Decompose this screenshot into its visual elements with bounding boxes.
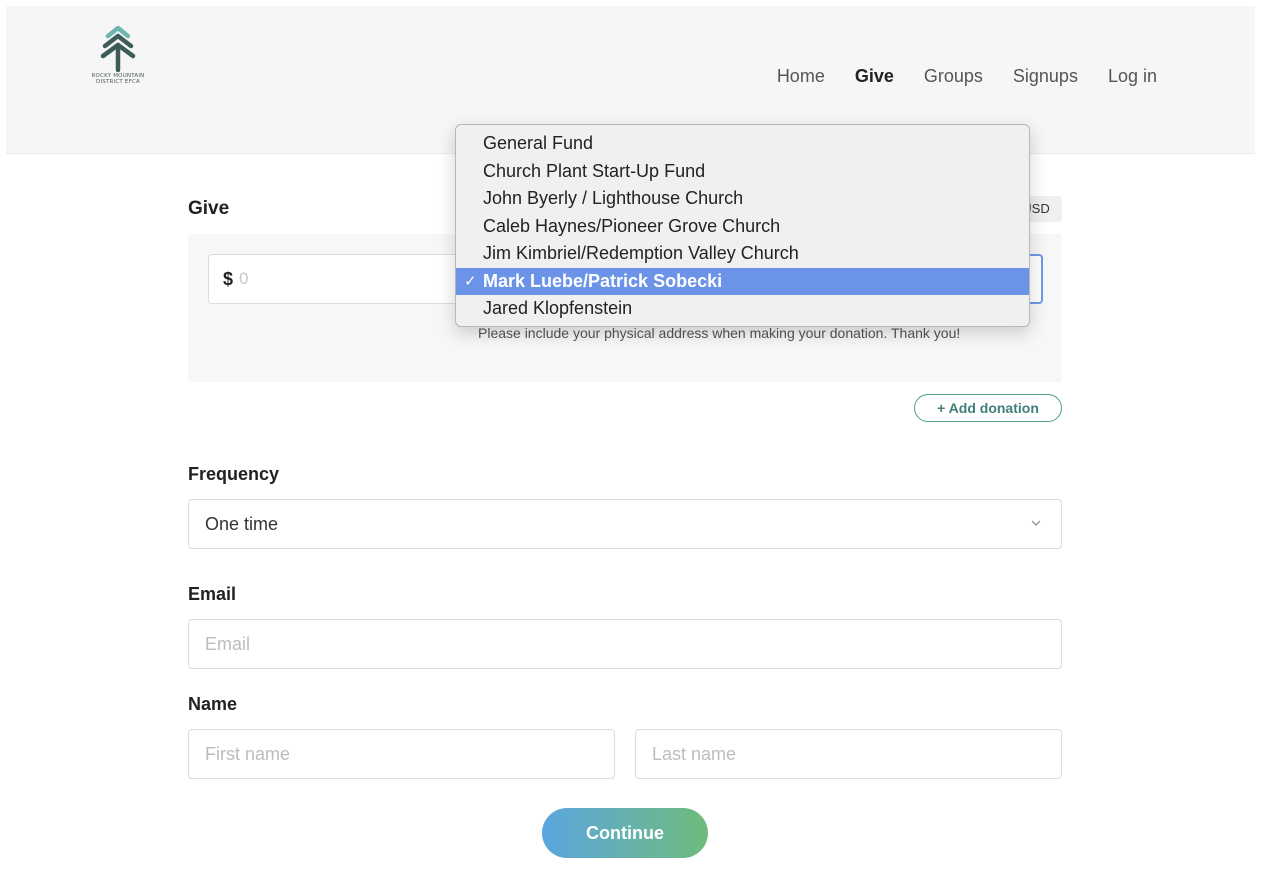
fund-option[interactable]: Jared Klopfenstein [456, 295, 1029, 323]
nav-give[interactable]: Give [855, 66, 894, 87]
email-placeholder: Email [205, 633, 251, 654]
last-name-placeholder: Last name [652, 743, 737, 764]
fund-dropdown-menu: General Fund Church Plant Start-Up Fund … [455, 124, 1030, 327]
currency-symbol: $ [223, 268, 234, 289]
continue-button[interactable]: Continue [542, 808, 708, 858]
email-label: Email [188, 584, 237, 604]
fund-option-label: Mark Luebe/Patrick Sobecki [483, 270, 723, 291]
main-nav: Home Give Groups Signups Log in [747, 66, 1157, 87]
last-name-field[interactable]: Last name [635, 729, 1062, 779]
frequency-select[interactable]: One time [188, 499, 1062, 549]
first-name-placeholder: First name [205, 743, 291, 764]
nav-login[interactable]: Log in [1108, 66, 1157, 87]
frequency-label: Frequency [188, 464, 280, 484]
name-label: Name [188, 694, 238, 714]
checkmark-icon: ✓ [464, 272, 477, 290]
email-field[interactable]: Email [188, 619, 1062, 669]
amount-placeholder: 0 [239, 269, 249, 288]
chevron-down-icon [1031, 520, 1041, 526]
frequency-value: One time [205, 513, 279, 534]
fund-option[interactable]: Caleb Haynes/Pioneer Grove Church [456, 213, 1029, 241]
fund-option[interactable]: Jim Kimbriel/Redemption Valley Church [456, 240, 1029, 268]
fund-option[interactable]: General Fund [456, 130, 1029, 158]
site-logo[interactable]: ROCKY MOUNTAIN DISTRICT EFCA [80, 26, 156, 102]
amount-input[interactable]: $ 0 [208, 254, 458, 304]
nav-groups[interactable]: Groups [924, 66, 983, 87]
fund-option-selected[interactable]: ✓ Mark Luebe/Patrick Sobecki [456, 267, 1029, 295]
logo-text: ROCKY MOUNTAIN DISTRICT EFCA [91, 73, 145, 85]
fund-option[interactable]: John Byerly / Lighthouse Church [456, 185, 1029, 213]
nav-signups[interactable]: Signups [1013, 66, 1078, 87]
fund-option[interactable]: Church Plant Start-Up Fund [456, 158, 1029, 186]
pine-tree-icon [100, 26, 136, 72]
give-heading: Give [188, 198, 230, 219]
nav-home[interactable]: Home [777, 66, 825, 87]
first-name-field[interactable]: First name [188, 729, 615, 779]
add-donation-button[interactable]: + Add donation [914, 394, 1062, 422]
